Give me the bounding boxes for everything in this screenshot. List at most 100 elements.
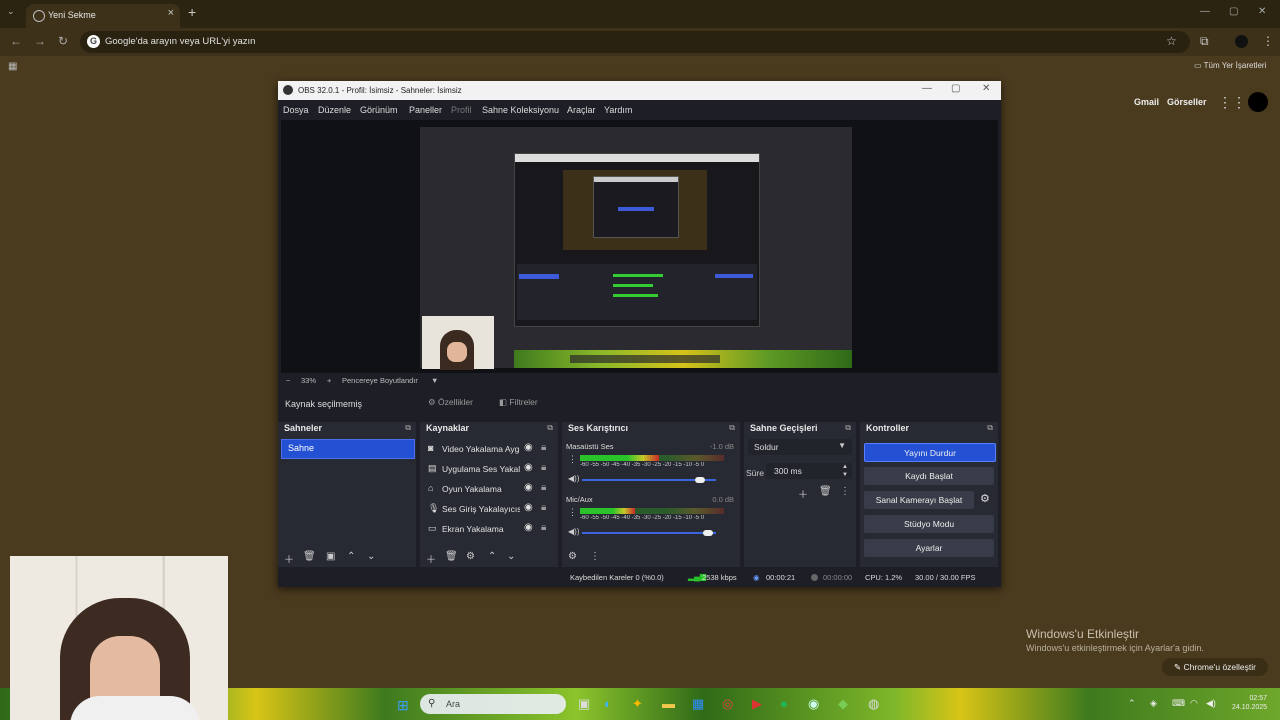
source-item[interactable]: ◙ Video Yakalama Aygıtı ◉ 🔒︎: [420, 439, 558, 459]
close-window-icon[interactable]: ✕: [1258, 6, 1266, 17]
windows-start-icon[interactable]: ⊞: [397, 697, 409, 714]
speaker-icon[interactable]: ◀)): [568, 527, 579, 536]
source-item[interactable]: 🎙︎ Ses Giriş Yakalayıcısı ◉ 🔒︎: [420, 499, 558, 519]
menu-help[interactable]: Yardım: [604, 105, 632, 115]
move-down-icon[interactable]: ⌄: [367, 551, 375, 562]
profile-avatar[interactable]: [1235, 35, 1248, 48]
advanced-audio-icon[interactable]: ⚙: [568, 551, 577, 562]
transition-select[interactable]: Soldur ▼: [748, 439, 852, 455]
file-explorer-icon[interactable]: ▬: [662, 696, 675, 711]
lock-icon[interactable]: 🔒︎: [541, 502, 546, 513]
tab-new-tab[interactable]: Yeni Sekme ×: [26, 4, 180, 28]
gmail-link[interactable]: Gmail: [1134, 97, 1159, 107]
slider-knob[interactable]: [703, 530, 714, 536]
menu-file[interactable]: Dosya: [283, 105, 309, 115]
lock-icon[interactable]: 🔒︎: [541, 482, 546, 493]
settings-button[interactable]: Ayarlar: [864, 539, 994, 557]
delete-scene-icon[interactable]: 🗑: [303, 551, 316, 562]
delete-transition-icon[interactable]: 🗑: [819, 486, 832, 497]
undock-icon[interactable]: ⧉: [987, 423, 993, 433]
zoom-in-icon[interactable]: +: [327, 376, 331, 385]
task-view-icon[interactable]: ▣: [578, 696, 590, 712]
taskbar-search[interactable]: ⚲ Ara: [420, 694, 566, 714]
visibility-eye-icon[interactable]: ◉: [524, 522, 533, 533]
obs-minimize-icon[interactable]: —: [922, 83, 932, 94]
steam-icon[interactable]: ◉: [808, 696, 819, 712]
undock-icon[interactable]: ⧉: [547, 423, 553, 433]
source-item[interactable]: ▭ Ekran Yakalama ◉ 🔒︎: [420, 519, 558, 539]
wifi-icon[interactable]: ◠: [1190, 698, 1198, 709]
chrome-icon[interactable]: ◎: [722, 696, 733, 712]
studio-mode-button[interactable]: Stüdyo Modu: [864, 515, 994, 533]
channel-menu-icon[interactable]: ⋮: [568, 507, 577, 518]
menu-view[interactable]: Görünüm: [360, 105, 398, 115]
source-item[interactable]: ⌂ Oyun Yakalama ◉ 🔒︎: [420, 479, 558, 499]
bookmark-star-icon[interactable]: ☆: [1166, 34, 1177, 48]
duration-input[interactable]: 300 ms ▲ ▼: [766, 463, 852, 479]
tray-chevron-icon[interactable]: ⌃: [1128, 698, 1136, 709]
menu-edit[interactable]: Düzenle: [318, 105, 351, 115]
lock-icon[interactable]: 🔒︎: [541, 462, 546, 473]
volume-slider[interactable]: [582, 530, 716, 536]
move-up-icon[interactable]: ⌃: [347, 551, 355, 562]
transition-menu-icon[interactable]: ⋮: [840, 486, 850, 497]
tab-search-icon[interactable]: ⌄: [7, 6, 15, 17]
store-icon[interactable]: ▦: [692, 696, 704, 712]
obs-taskbar-icon[interactable]: ◍: [868, 696, 879, 712]
move-up-icon[interactable]: ⌃: [488, 551, 496, 562]
delete-source-icon[interactable]: 🗑: [445, 551, 458, 562]
start-virtual-camera-button[interactable]: Sanal Kamerayı Başlat: [864, 491, 974, 509]
virtual-camera-settings-icon[interactable]: ⚙: [980, 492, 990, 505]
zoom-out-icon[interactable]: −: [286, 376, 290, 385]
scene-item[interactable]: Sahne: [281, 439, 415, 459]
start-recording-button[interactable]: Kaydı Başlat: [864, 467, 994, 485]
undock-icon[interactable]: ⧉: [845, 423, 851, 433]
fit-to-window[interactable]: Pencereye Boyutlandır: [342, 376, 418, 385]
mixer-menu-icon[interactable]: ⋮: [590, 551, 600, 562]
properties-button[interactable]: ⚙ Özellikler: [428, 397, 473, 408]
extensions-icon[interactable]: ⧉: [1200, 34, 1209, 49]
system-clock[interactable]: 02:57 24.10.2025: [1232, 694, 1267, 712]
obs-maximize-icon[interactable]: ▢: [951, 83, 960, 94]
visibility-eye-icon[interactable]: ◉: [524, 442, 533, 453]
stop-stream-button[interactable]: Yayını Durdur: [864, 443, 996, 462]
volume-icon[interactable]: ◀): [1206, 698, 1216, 709]
apps-icon[interactable]: ▦: [8, 61, 17, 72]
minimize-icon[interactable]: —: [1200, 6, 1210, 17]
undock-icon[interactable]: ⧉: [405, 423, 411, 433]
visibility-eye-icon[interactable]: ◉: [524, 502, 533, 513]
channel-menu-icon[interactable]: ⋮: [568, 454, 577, 465]
copilot-icon[interactable]: ✦: [632, 696, 643, 712]
tray-app-icon[interactable]: ◈: [1150, 698, 1157, 709]
all-bookmarks[interactable]: ▭ Tüm Yer İşaretleri: [1194, 61, 1266, 70]
menu-tools[interactable]: Araçlar: [567, 105, 596, 115]
customize-chrome-button[interactable]: ✎ Chrome'u özelleştir: [1162, 658, 1268, 676]
chevron-down-icon[interactable]: ▼: [431, 376, 438, 385]
maximize-icon[interactable]: ▢: [1229, 6, 1238, 17]
edge-icon[interactable]: ◐: [604, 696, 612, 711]
add-scene-icon[interactable]: ＋: [284, 551, 294, 566]
visibility-eye-icon[interactable]: ◉: [524, 462, 533, 473]
menu-scene-collection[interactable]: Sahne Koleksiyonu: [482, 105, 559, 115]
add-transition-icon[interactable]: ＋: [798, 486, 808, 501]
move-down-icon[interactable]: ⌄: [507, 551, 515, 562]
speaker-icon[interactable]: ◀)): [568, 474, 579, 483]
account-avatar[interactable]: [1248, 92, 1268, 112]
visibility-eye-icon[interactable]: ◉: [524, 482, 533, 493]
back-icon[interactable]: ←: [10, 34, 22, 48]
menu-docks[interactable]: Paneller: [409, 105, 442, 115]
new-tab-button[interactable]: +: [188, 4, 196, 20]
lock-icon[interactable]: 🔒︎: [541, 522, 546, 533]
lock-icon[interactable]: 🔒︎: [541, 442, 546, 453]
undock-icon[interactable]: ⧉: [729, 423, 735, 433]
forward-icon[interactable]: →: [34, 34, 46, 48]
app-icon[interactable]: ◆: [838, 696, 848, 712]
volume-slider[interactable]: [582, 477, 716, 483]
scene-filters-icon[interactable]: ▣: [326, 551, 335, 562]
spin-arrows-icon[interactable]: ▲ ▼: [842, 463, 848, 479]
youtube-icon[interactable]: ▶: [752, 696, 762, 712]
source-item[interactable]: ▤ Uygulama Ses Yakalama ◉ 🔒︎: [420, 459, 558, 479]
source-properties-icon[interactable]: ⚙: [466, 551, 475, 562]
images-link[interactable]: Görseller: [1167, 97, 1207, 107]
menu-profile[interactable]: Profil: [451, 105, 472, 115]
